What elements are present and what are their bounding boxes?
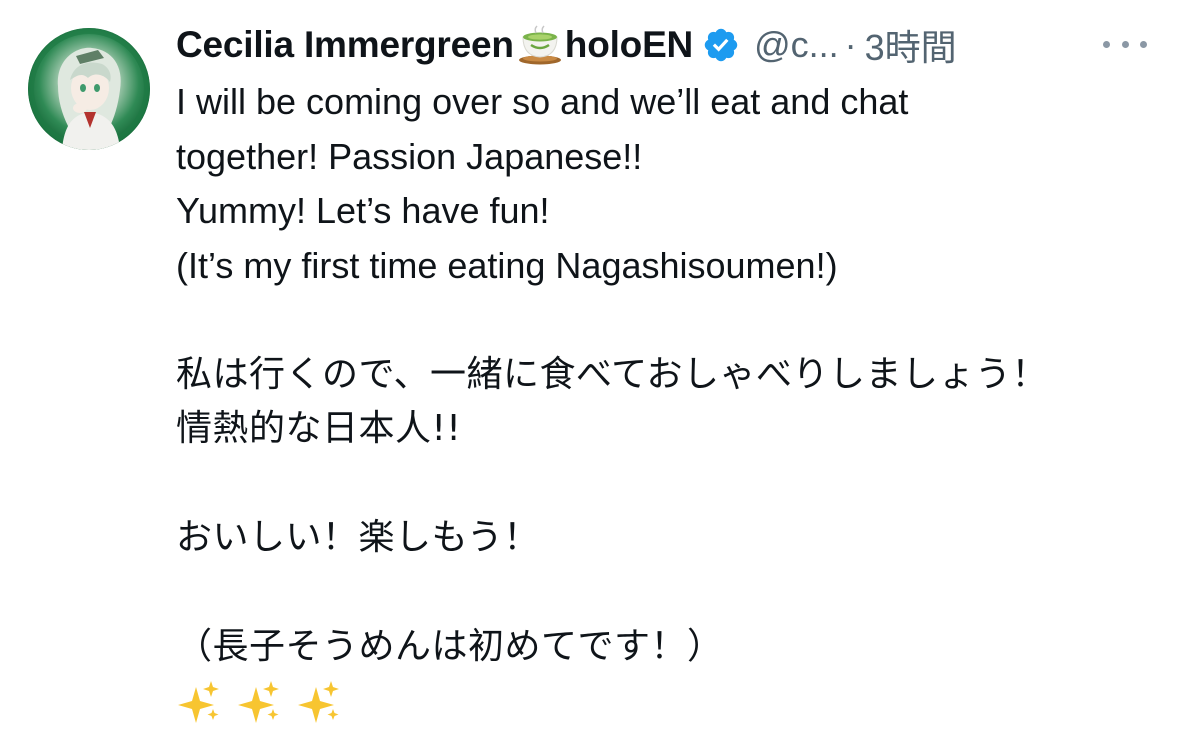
avatar-image (28, 28, 150, 150)
more-dot (1140, 40, 1147, 48)
tweet-text: I will be coming over so and we’ll eat a… (176, 75, 1156, 725)
tweet-line: Yummy! Let’s have fun! (176, 190, 550, 231)
tweet-line: together! Passion Japanese!! (176, 135, 643, 177)
more-dot (1121, 40, 1129, 48)
tweet-line: 私は行くので、一緒に食べておしゃべりしましょう！ (176, 353, 1049, 395)
tweet-line: 情熱的な日本人!! (176, 408, 462, 449)
more-dot (1103, 40, 1110, 48)
sparkles-icon (238, 680, 279, 723)
tweet[interactable]: Cecilia Immergreen holoEN @c... · 3時間 I … (0, 0, 1179, 742)
tweet-timestamp[interactable]: 3時間 (865, 19, 957, 71)
tweet-header: Cecilia Immergreen holoEN @c... · 3時間 (176, 22, 957, 68)
author-display-name[interactable]: Cecilia Immergreen (176, 24, 514, 66)
sparkles-icon (298, 680, 339, 723)
more-options-icon[interactable] (1103, 32, 1147, 56)
avatar[interactable] (28, 28, 150, 150)
separator-dot: · (844, 24, 857, 65)
author-handle[interactable]: @c... (754, 24, 839, 66)
tea-icon (517, 25, 563, 65)
author-name-suffix[interactable]: holoEN (565, 24, 693, 66)
tweet-line: I will be coming over so and we’ll eat a… (176, 81, 909, 122)
tweet-line: （長子そうめんは初めてです！） (176, 626, 724, 667)
sparkles-icon (178, 680, 219, 723)
tweet-line: おいしい！楽しもう！ (176, 517, 540, 558)
tweet-line: (It’s my first time eating Nagashisoumen… (176, 244, 838, 286)
verified-badge-icon (702, 26, 740, 64)
emoji-row (176, 679, 1156, 725)
